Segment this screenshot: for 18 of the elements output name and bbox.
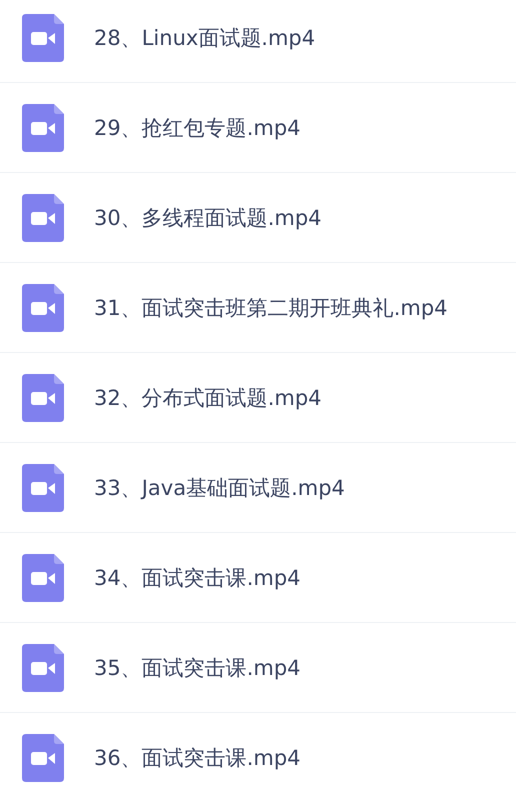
video-file-icon	[22, 14, 64, 62]
file-name[interactable]: 29、抢红包专题.mp4	[94, 114, 301, 142]
file-name[interactable]: 33、Java基础面试题.mp4	[94, 474, 345, 502]
video-file-icon	[22, 194, 64, 242]
file-name[interactable]: 34、面试突击课.mp4	[94, 564, 301, 592]
video-file-icon	[22, 644, 64, 692]
file-name[interactable]: 36、面试突击课.mp4	[94, 744, 301, 772]
file-name[interactable]: 28、Linux面试题.mp4	[94, 24, 316, 52]
file-name[interactable]: 35、面试突击课.mp4	[94, 654, 301, 682]
video-file-icon	[22, 284, 64, 332]
video-file-icon	[22, 464, 64, 512]
video-file-icon	[22, 104, 64, 152]
video-file-icon	[22, 734, 64, 782]
video-file-icon	[22, 374, 64, 422]
file-name[interactable]: 30、多线程面试题.mp4	[94, 204, 322, 232]
file-name[interactable]: 32、分布式面试题.mp4	[94, 384, 322, 412]
video-file-icon	[22, 554, 64, 602]
file-name[interactable]: 31、面试突击班第二期开班典礼.mp4	[94, 294, 448, 322]
